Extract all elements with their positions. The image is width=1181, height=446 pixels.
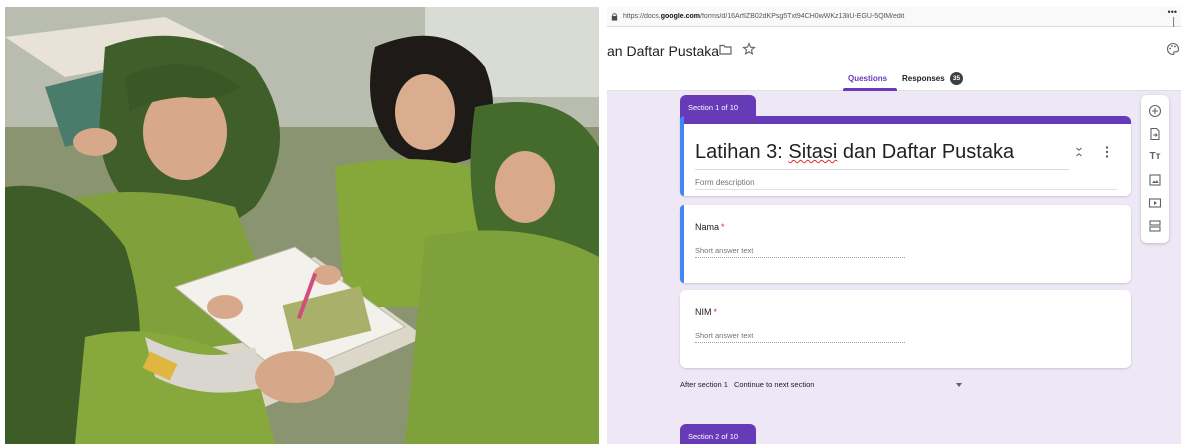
title-divider [695,169,1069,170]
dropdown-caret-icon[interactable] [956,383,962,387]
add-question-icon[interactable] [1148,104,1162,118]
answer-underline [695,342,905,343]
add-video-icon[interactable] [1148,196,1162,210]
classroom-photo [5,7,599,444]
tab-responses[interactable]: Responses [902,74,945,83]
more-actions-icon[interactable]: ••• │ [1161,7,1181,27]
import-questions-icon[interactable] [1148,127,1162,141]
answer-underline [695,257,905,258]
tab-questions[interactable]: Questions [848,74,887,83]
floating-toolbar: Tт [1141,95,1169,243]
add-section-icon[interactable] [1148,219,1162,233]
question-label: NIM * [695,307,718,317]
forms-header: an Daftar Pustaka Questions Responses 35 [607,27,1181,91]
google-forms-screenshot: https://docs.google.com/forms/d/16ArfIZB… [607,7,1181,444]
responses-count-badge: 35 [950,72,963,85]
composite-figure: https://docs.google.com/forms/d/16ArfIZB… [0,0,1181,446]
after-section-label: After section 1 [680,380,728,389]
more-options-icon[interactable] [1105,146,1109,158]
question-card[interactable]: NIM * Short answer text [680,290,1131,368]
required-asterisk: * [721,222,725,232]
question-label: Nama * [695,222,725,232]
palette-icon[interactable] [1166,42,1180,56]
star-icon[interactable] [742,42,756,56]
url-text[interactable]: https://docs.google.com/forms/d/16ArfIZB… [623,13,1161,20]
document-title[interactable]: an Daftar Pustaka [607,43,719,59]
form-title-card[interactable]: Latihan 3: Sitasi dan Daftar Pustaka For… [680,116,1131,196]
lock-icon [611,13,618,21]
folder-icon[interactable] [719,44,732,55]
description-divider [695,189,1117,190]
add-title-icon[interactable]: Tт [1148,150,1162,164]
students-photo-illustration [5,7,599,444]
active-question-indicator [680,205,684,283]
after-section-select[interactable]: Continue to next section [734,380,814,389]
short-answer-hint: Short answer text [695,331,754,340]
after-section-navigation: After section 1 Continue to next section [680,380,814,389]
section-2-label: Section 2 of 10 [680,424,756,444]
short-answer-hint: Short answer text [695,246,754,255]
collapse-section-icon[interactable] [1075,147,1083,157]
browser-address-bar[interactable]: https://docs.google.com/forms/d/16ArfIZB… [607,7,1181,27]
add-image-icon[interactable] [1148,173,1162,187]
title-card-accent [680,116,684,196]
form-description-field[interactable]: Form description [695,178,755,187]
required-asterisk: * [713,307,718,317]
active-tab-indicator [843,88,897,91]
question-card[interactable]: Nama * Short answer text [680,205,1131,283]
form-title[interactable]: Latihan 3: Sitasi dan Daftar Pustaka [695,141,1014,164]
